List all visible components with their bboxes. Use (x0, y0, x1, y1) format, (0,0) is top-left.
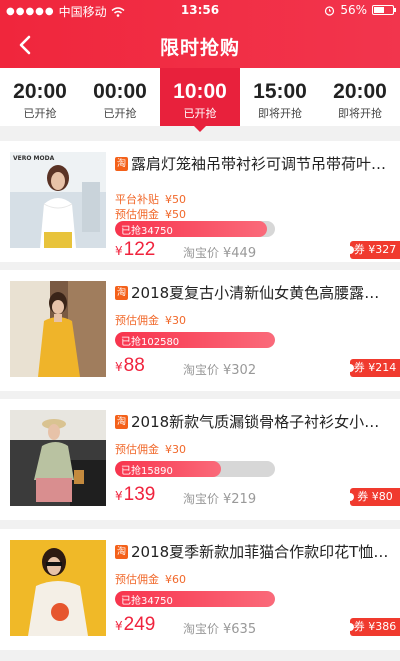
platform-subsidy-value: ¥50 (165, 193, 186, 206)
battery-icon (372, 5, 396, 15)
tab-time: 15:00 (253, 80, 307, 103)
taobao-price-label: 淘宝价 (183, 363, 220, 377)
tab-status: 即将开抢 (258, 107, 302, 120)
currency-symbol: ¥ (115, 360, 123, 374)
tab-time: 00:00 (93, 80, 147, 103)
nav-bar: 限时抢购 (0, 22, 400, 68)
tab-1500-upcoming[interactable]: 15:00 即将开抢 (240, 68, 320, 126)
commission-value: ¥60 (165, 573, 186, 586)
coupon-badge[interactable]: 券 ¥214 (346, 359, 400, 377)
tab-status: 已开抢 (23, 107, 57, 120)
price-value: 88 (123, 355, 145, 376)
coupon-badge[interactable]: 券 ¥386 (346, 618, 400, 636)
sold-progress-bar: 已抢34750 (115, 591, 275, 607)
tab-time: 10:00 (173, 80, 227, 103)
estimated-commission: 预估佣金 ¥50 (115, 206, 186, 222)
coupon-value: 券 ¥327 (353, 243, 397, 256)
price-value: 122 (123, 239, 156, 260)
commission-value: ¥50 (165, 208, 186, 221)
status-bar: ●●●●● 中国移动 13:56 56% (0, 0, 400, 22)
sale-price: ¥122 (115, 239, 155, 261)
sale-price: ¥88 (115, 355, 145, 377)
sale-price: ¥249 (115, 614, 155, 636)
sale-price: ¥139 (115, 484, 155, 506)
taobao-price-label: 淘宝价 (183, 622, 220, 636)
commission-value: ¥30 (165, 314, 186, 327)
commission-value: ¥30 (165, 443, 186, 456)
tab-status: 即将开抢 (338, 107, 382, 120)
tab-time: 20:00 (13, 80, 67, 103)
taobao-badge-icon: 淘 (115, 415, 128, 429)
product-image[interactable] (10, 281, 106, 377)
taobao-price: 淘宝价 ¥302 (183, 361, 256, 378)
sold-progress-bar: 已抢15890 (115, 461, 275, 477)
tab-status: 已开抢 (183, 107, 217, 120)
tab-0000-started[interactable]: 00:00 已开抢 (80, 68, 160, 126)
price-value: 249 (123, 614, 156, 635)
commission-label: 预估佣金 (115, 443, 159, 456)
product-title[interactable]: 2018夏复古小清新仙女黄色高腰露背渡... (131, 282, 389, 303)
page-title: 限时抢购 (159, 37, 240, 59)
brand-watermark: VERO MODA (13, 155, 55, 162)
taobao-price-label: 淘宝价 (183, 246, 220, 260)
commission-label: 预估佣金 (115, 314, 159, 327)
platform-subsidy-label: 平台补贴 (115, 193, 159, 206)
taobao-price-value: ¥219 (223, 492, 257, 507)
estimated-commission: 预估佣金 ¥30 (115, 312, 186, 328)
estimated-commission: 预估佣金 ¥60 (115, 571, 186, 587)
alarm-icon (325, 5, 335, 16)
coupon-badge[interactable]: 券 ¥80 (346, 488, 400, 506)
tab-time: 20:00 (333, 80, 387, 103)
product-card[interactable]: 淘 2018夏复古小清新仙女黄色高腰露背渡... 预估佣金 ¥30 已抢10258… (0, 270, 400, 391)
product-card[interactable]: 淘 2018新款气质漏锁骨格子衬衫女小清新... 预估佣金 ¥30 已抢15890… (0, 399, 400, 520)
taobao-price-value: ¥635 (223, 622, 257, 637)
product-card[interactable]: 淘 2018夏季新款加菲猫合作款印花T恤女... 预估佣金 ¥60 已抢34750… (0, 529, 400, 650)
coupon-value: 券 ¥214 (353, 361, 397, 374)
tab-status: 已开抢 (103, 107, 137, 120)
tab-2000-upcoming[interactable]: 20:00 即将开抢 (320, 68, 400, 126)
sold-progress-bar: 已抢34750 (115, 221, 275, 237)
commission-label: 预估佣金 (115, 573, 159, 586)
currency-symbol: ¥ (115, 489, 123, 503)
taobao-price: 淘宝价 ¥449 (183, 244, 256, 261)
taobao-badge-icon: 淘 (115, 286, 128, 300)
sold-count: 已抢15890 (121, 466, 173, 477)
coupon-value: 券 ¥80 (357, 490, 393, 503)
sold-count: 已抢34750 (121, 596, 173, 607)
sold-count: 已抢102580 (121, 337, 180, 348)
battery-percent: 56% (340, 3, 367, 17)
product-image[interactable]: VERO MODA (10, 152, 106, 248)
currency-symbol: ¥ (115, 244, 123, 258)
estimated-commission: 预估佣金 ¥30 (115, 441, 186, 457)
coupon-badge[interactable]: 券 ¥327 (346, 241, 400, 259)
coupon-value: 券 ¥386 (353, 620, 397, 633)
currency-symbol: ¥ (115, 619, 123, 633)
product-card[interactable]: VERO MODA 淘 露肩灯笼袖吊带衬衫可调节吊带荷叶边... 平台补贴 ¥50… (0, 141, 400, 262)
time-tabs: 20:00 已开抢 00:00 已开抢 10:00 已开抢 15:00 即将开抢… (0, 68, 400, 132)
taobao-badge-icon: 淘 (115, 545, 128, 559)
product-title[interactable]: 2018夏季新款加菲猫合作款印花T恤女... (131, 541, 389, 562)
taobao-price: 淘宝价 ¥635 (183, 620, 256, 637)
sold-count: 已抢34750 (121, 226, 173, 237)
taobao-price: 淘宝价 ¥219 (183, 490, 256, 507)
price-value: 139 (123, 484, 156, 505)
sold-progress-bar: 已抢102580 (115, 332, 275, 348)
taobao-price-label: 淘宝价 (183, 492, 220, 506)
commission-label: 预估佣金 (115, 208, 159, 221)
product-title[interactable]: 露肩灯笼袖吊带衬衫可调节吊带荷叶边... (131, 153, 389, 174)
tab-1000-active[interactable]: 10:00 已开抢 (160, 68, 240, 132)
product-image[interactable] (10, 410, 106, 506)
taobao-price-value: ¥449 (223, 246, 257, 261)
tab-2000-started[interactable]: 20:00 已开抢 (0, 68, 80, 126)
product-title[interactable]: 2018新款气质漏锁骨格子衬衫女小清新... (131, 411, 389, 432)
platform-subsidy: 平台补贴 ¥50 (115, 191, 186, 207)
product-image[interactable] (10, 540, 106, 636)
taobao-badge-icon: 淘 (115, 157, 128, 171)
taobao-price-value: ¥302 (223, 363, 257, 378)
